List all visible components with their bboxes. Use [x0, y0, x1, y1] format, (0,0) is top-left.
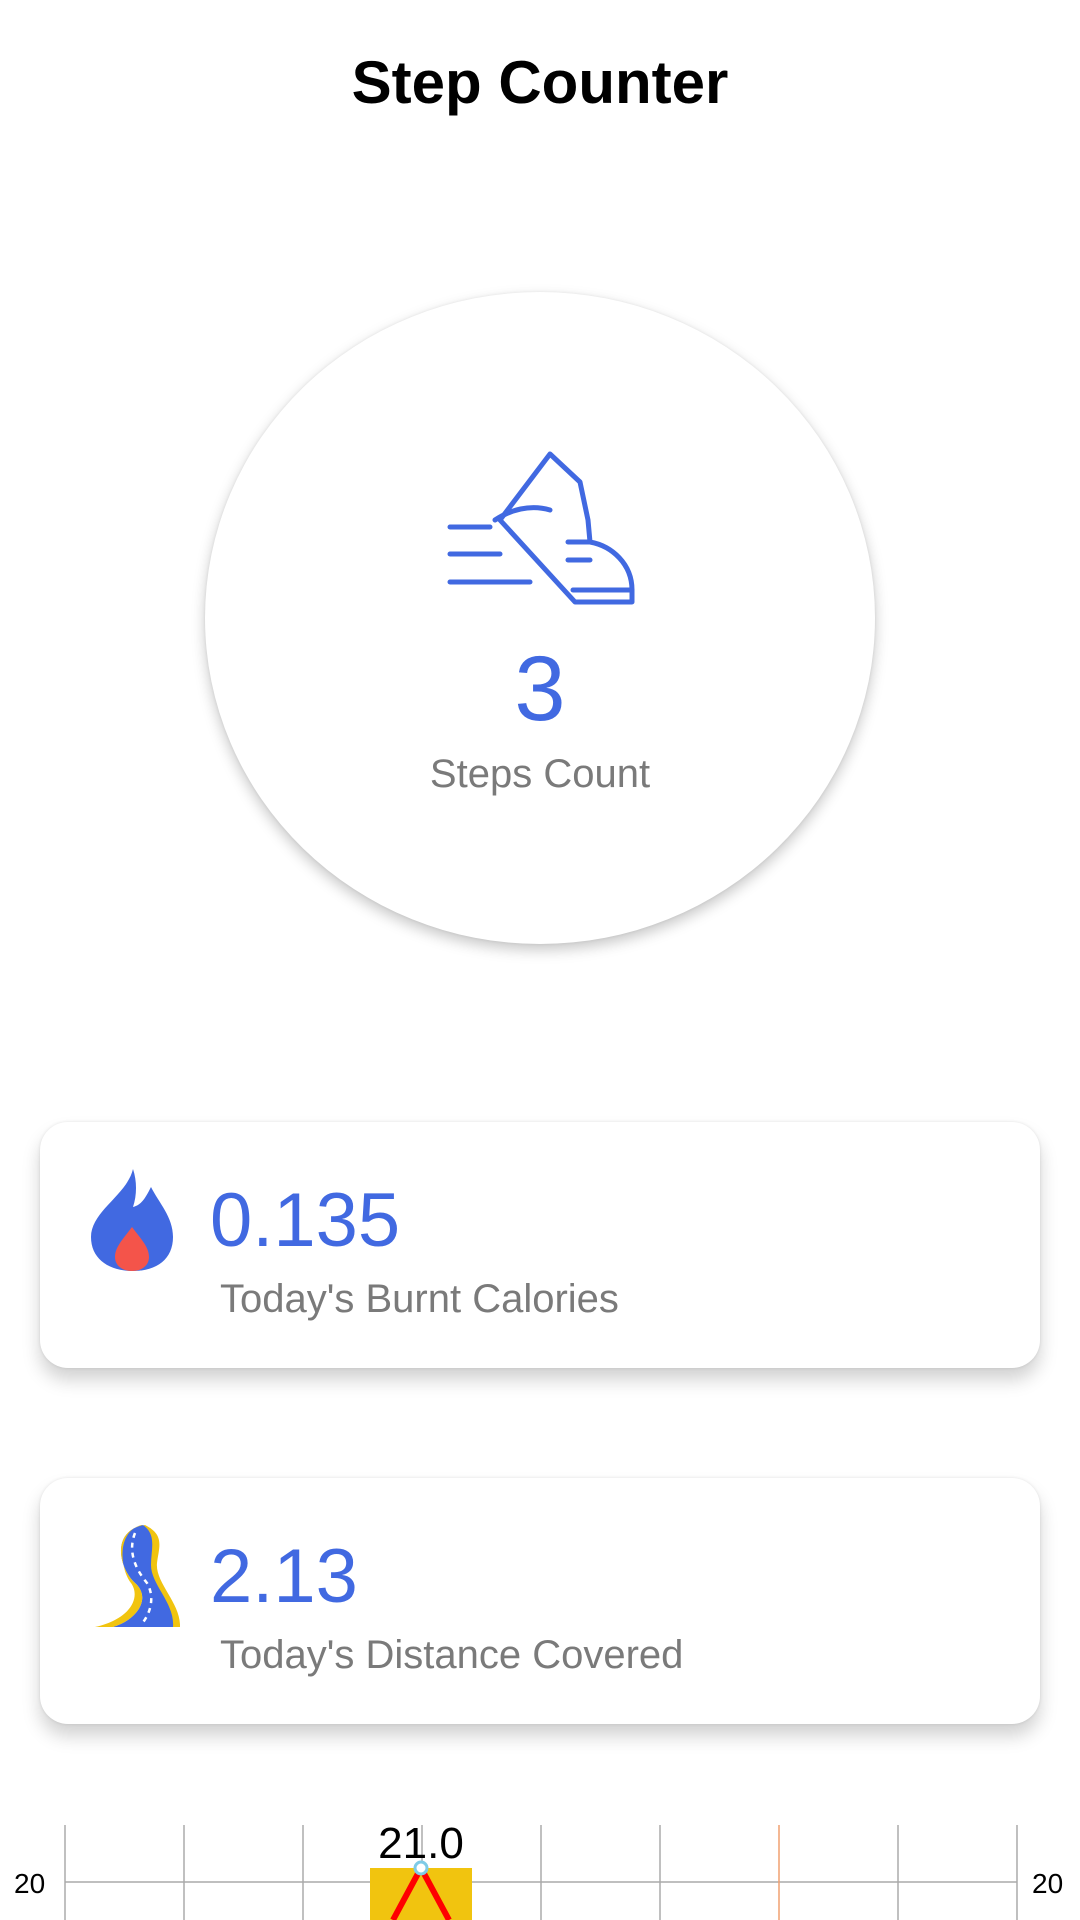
- calories-label: Today's Burnt Calories: [220, 1277, 619, 1321]
- steps-chart: 20 20 21.0: [14, 1819, 1063, 1920]
- steps-value: 3: [514, 638, 566, 740]
- chart-grid: [64, 1825, 1018, 1920]
- chart-bar: [370, 1868, 472, 1920]
- flame-icon: [91, 1169, 173, 1271]
- chart-data-label: 21.0: [378, 1819, 464, 1868]
- road-icon: [95, 1525, 180, 1627]
- left-axis-tick: 20: [14, 1868, 45, 1899]
- page-title: Step Counter: [351, 49, 729, 116]
- steps-circle: 3 Steps Count: [205, 292, 875, 944]
- distance-label: Today's Distance Covered: [220, 1633, 684, 1677]
- walking-shoe-icon: [447, 451, 635, 605]
- right-axis-tick: 20: [1032, 1868, 1063, 1899]
- steps-label: Steps Count: [429, 752, 651, 796]
- calories-value: 0.135: [210, 1178, 401, 1263]
- distance-value: 2.13: [210, 1534, 358, 1619]
- calories-card: 0.135 Today's Burnt Calories: [40, 1122, 1040, 1368]
- distance-card: 2.13 Today's Distance Covered: [40, 1478, 1040, 1724]
